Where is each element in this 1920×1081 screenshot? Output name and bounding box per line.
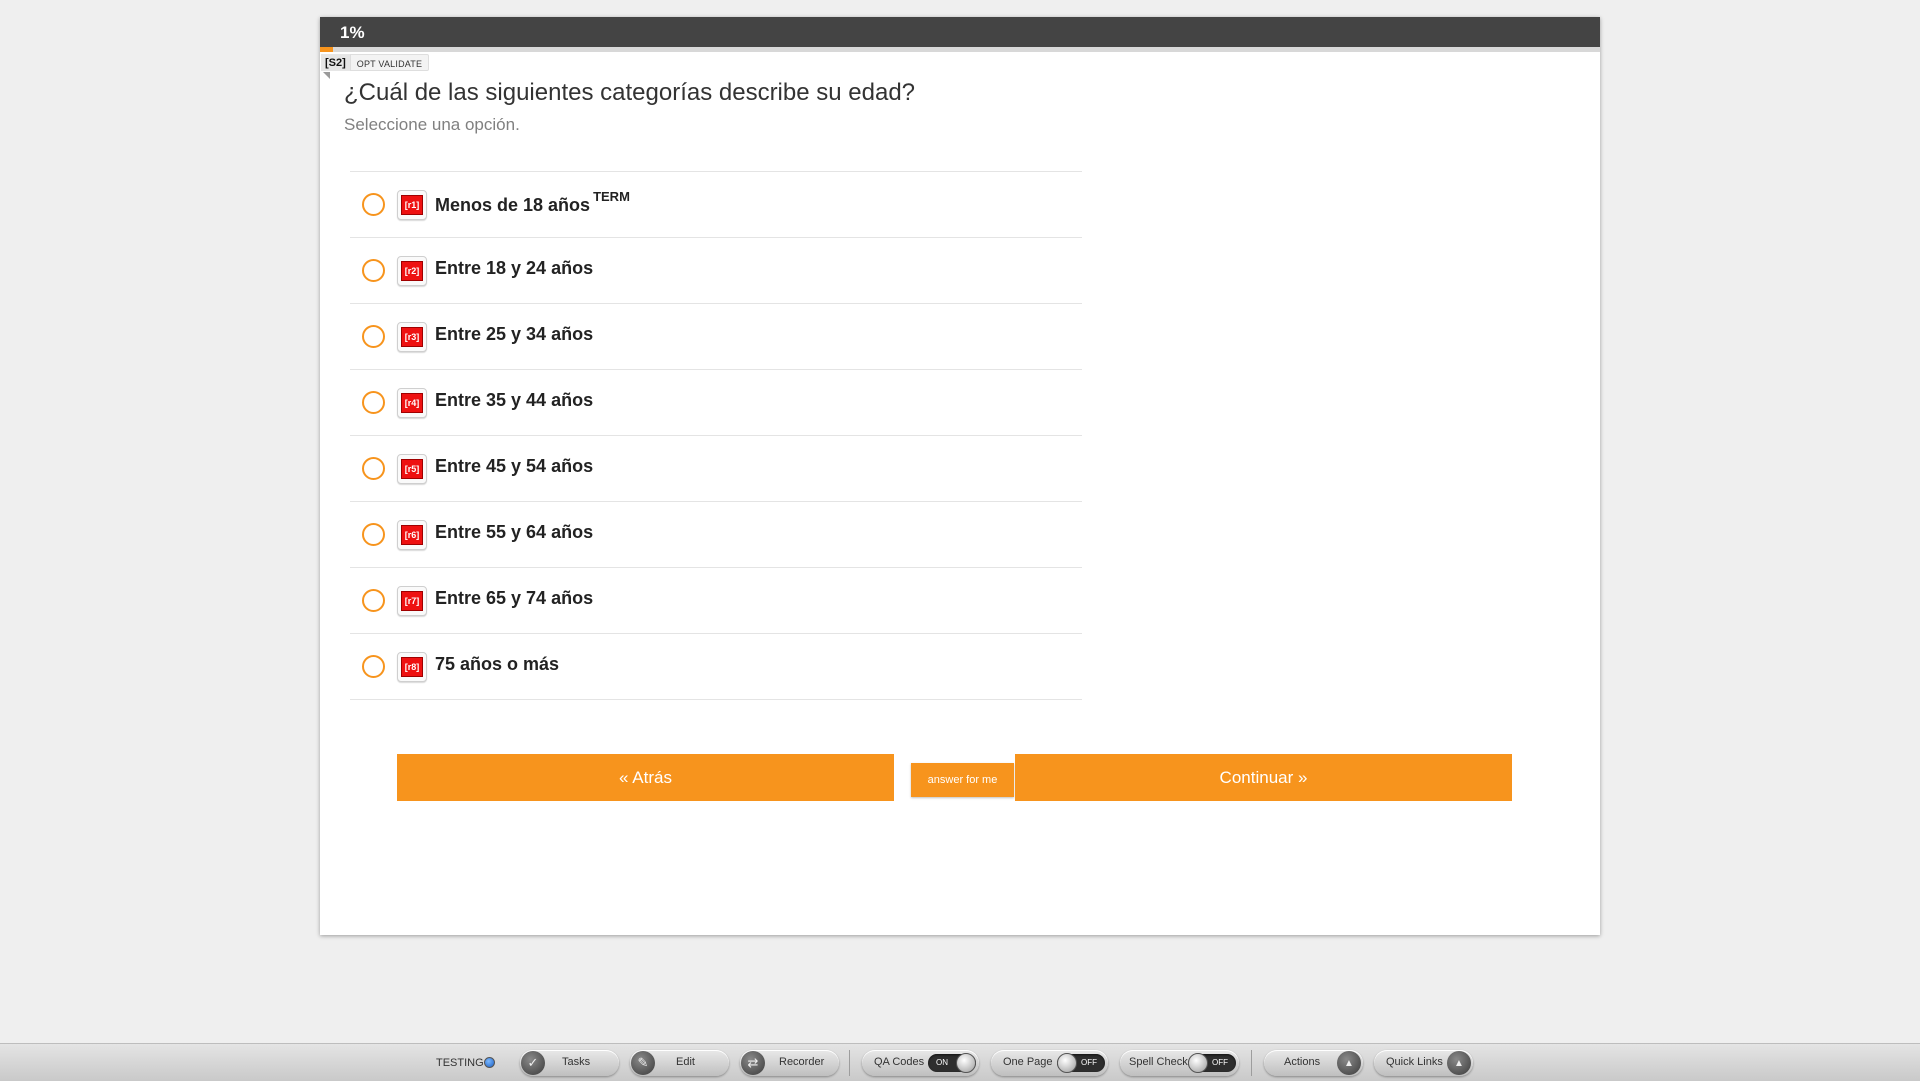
answer-label[interactable]: Entre 18 y 24 años (435, 258, 593, 279)
qa-codes-toggle[interactable]: QA Codes ON (862, 1050, 979, 1076)
progress-bar (320, 47, 1600, 52)
question-instruction: Seleccione una opción. (344, 115, 520, 134)
radio-button[interactable] (362, 655, 385, 678)
answer-option[interactable]: [r4] Entre 35 y 44 años (350, 370, 1082, 436)
radio-button[interactable] (362, 325, 385, 348)
actions-button[interactable]: Actions ▲ (1264, 1050, 1363, 1076)
record-arrows-icon: ⇄ (741, 1051, 765, 1075)
quick-links-button[interactable]: Quick Links ▲ (1374, 1050, 1473, 1076)
answer-label[interactable]: Entre 35 y 44 años (435, 390, 593, 411)
opt-validate-button[interactable]: OPT VALIDATE (349, 54, 430, 71)
answer-code: [r5] (401, 459, 423, 479)
answer-code-badge: [r2] (397, 256, 427, 286)
answer-text: Entre 65 y 74 años (435, 588, 594, 608)
answer-for-me-button[interactable]: answer for me (911, 763, 1014, 797)
answer-option[interactable]: [r5] Entre 45 y 54 años (350, 436, 1082, 502)
edit-label: Edit (676, 1056, 695, 1068)
answer-text: Entre 45 y 54 años (435, 456, 594, 476)
question-code-label: [S2] (321, 54, 350, 71)
answer-text: Menos de 18 años (435, 195, 591, 215)
answer-code-badge: [r5] (397, 454, 427, 484)
answer-text: Entre 35 y 44 años (435, 390, 594, 410)
edit-button[interactable]: ✎ Edit (630, 1050, 729, 1076)
answer-code-badge: [r6] (397, 520, 427, 550)
one-page-label: One Page (1003, 1056, 1053, 1068)
answer-text: Entre 25 y 34 años (435, 324, 594, 344)
answer-code-badge: [r4] (397, 388, 427, 418)
answer-text: 75 años o más (435, 654, 560, 674)
qa-codes-label: QA Codes (874, 1056, 925, 1068)
recorder-label: Recorder (779, 1056, 825, 1068)
answer-label[interactable]: Entre 25 y 34 años (435, 324, 593, 345)
back-button[interactable]: « Atrás (397, 754, 894, 801)
testing-toolbar: TESTING ✓ Tasks ✎ Edit ⇄ Recorder QA Cod… (0, 1043, 1920, 1081)
testing-label: TESTING (436, 1057, 484, 1069)
testing-status-icon[interactable] (484, 1057, 495, 1068)
survey-card: 1% [S2] OPT VALIDATE ¿Cuál de las siguie… (320, 17, 1600, 935)
continue-button[interactable]: Continuar » (1015, 754, 1512, 801)
flag-corner-icon (323, 72, 330, 79)
answer-code-badge: [r8] (397, 652, 427, 682)
progress-header: 1% (320, 17, 1600, 47)
answer-option[interactable]: [r7] Entre 65 y 74 años (350, 568, 1082, 634)
answer-code: [r2] (401, 261, 423, 281)
term-tag: TERM (593, 189, 630, 204)
toggle-knob-icon (1057, 1053, 1077, 1073)
answer-code-badge: [r1] (397, 190, 427, 220)
answer-code: [r4] (401, 393, 423, 413)
recorder-button[interactable]: ⇄ Recorder (740, 1050, 839, 1076)
progress-text: 1% (340, 23, 365, 42)
tasks-button[interactable]: ✓ Tasks (520, 1050, 619, 1076)
quick-links-label: Quick Links (1386, 1056, 1443, 1068)
one-page-toggle[interactable]: One Page OFF (991, 1050, 1108, 1076)
one-page-switch[interactable]: OFF (1057, 1053, 1105, 1073)
radio-button[interactable] (362, 193, 385, 216)
radio-button[interactable] (362, 259, 385, 282)
answer-code: [r3] (401, 327, 423, 347)
actions-label: Actions (1284, 1056, 1321, 1068)
triangle-up-icon: ▲ (1337, 1051, 1361, 1075)
toggle-knob-icon (1188, 1053, 1208, 1073)
answer-code: [r6] (401, 525, 423, 545)
question-title: ¿Cuál de las siguientes categorías descr… (344, 79, 916, 106)
answer-label[interactable]: Entre 55 y 64 años (435, 522, 593, 543)
answer-code: [r1] (401, 195, 423, 215)
spell-check-toggle[interactable]: Spell Check OFF (1120, 1050, 1239, 1076)
progress-bar-fill (320, 47, 333, 52)
toolbar-separator (849, 1050, 850, 1076)
answer-label[interactable]: 75 años o más (435, 654, 559, 675)
qa-codes-state: ON (936, 1058, 948, 1067)
toolbar-separator (1251, 1050, 1252, 1076)
answer-text: Entre 18 y 24 años (435, 258, 594, 278)
tasks-label: Tasks (562, 1056, 591, 1068)
answer-option[interactable]: [r8] 75 años o más (350, 634, 1082, 700)
toggle-knob-icon (956, 1053, 976, 1073)
answer-text: Entre 55 y 64 años (435, 522, 594, 542)
answer-code-badge: [r3] (397, 322, 427, 352)
triangle-up-icon: ▲ (1447, 1051, 1471, 1075)
spell-check-state: OFF (1212, 1058, 1228, 1067)
spell-check-label: Spell Check (1129, 1056, 1188, 1068)
checkmark-icon: ✓ (521, 1051, 545, 1075)
one-page-state: OFF (1081, 1058, 1097, 1067)
answer-label[interactable]: Entre 65 y 74 años (435, 588, 593, 609)
answer-label[interactable]: Menos de 18 años TERM (435, 189, 630, 216)
answer-label[interactable]: Entre 45 y 54 años (435, 456, 593, 477)
pencil-icon: ✎ (631, 1051, 655, 1075)
radio-button[interactable] (362, 523, 385, 546)
radio-button[interactable] (362, 589, 385, 612)
qa-code-tag: [S2] OPT VALIDATE (321, 54, 430, 71)
answer-code: [r8] (401, 657, 423, 677)
answer-list: [r1] Menos de 18 años TERM [r2] Entre 18 y 2… (350, 171, 1082, 700)
answer-option[interactable]: [r2] Entre 18 y 24 años (350, 238, 1082, 304)
answer-option[interactable]: [r1] Menos de 18 años TERM (350, 172, 1082, 238)
answer-code-badge: [r7] (397, 586, 427, 616)
qa-codes-switch[interactable]: ON (928, 1053, 976, 1073)
spell-check-switch[interactable]: OFF (1188, 1053, 1236, 1073)
answer-option[interactable]: [r3] Entre 25 y 34 años (350, 304, 1082, 370)
answer-option[interactable]: [r6] Entre 55 y 64 años (350, 502, 1082, 568)
radio-button[interactable] (362, 391, 385, 414)
answer-code: [r7] (401, 591, 423, 611)
radio-button[interactable] (362, 457, 385, 480)
